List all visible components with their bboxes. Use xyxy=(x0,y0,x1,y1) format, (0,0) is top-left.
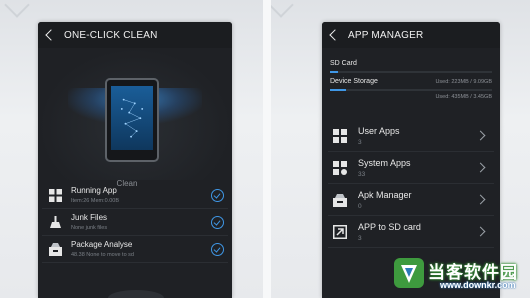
item-title: Package Analyse xyxy=(71,240,133,249)
list-item-system-apps[interactable]: System Apps 33 xyxy=(328,152,494,184)
list-item-running-app[interactable]: Running App Item:26 Mem:0.00B xyxy=(42,182,228,209)
one-click-clean-screen: ONE-CLICK CLEAN Clean Running App Item:2… xyxy=(38,22,232,298)
clean-list: Running App Item:26 Mem:0.00B Junk Files… xyxy=(42,182,228,263)
watermark-logo-icon xyxy=(394,258,424,288)
sd-card-bar-fill xyxy=(330,71,339,73)
chevron-right-icon xyxy=(475,130,486,141)
item-title: Junk Files xyxy=(71,213,108,222)
device-storage-label: Device Storage xyxy=(330,78,378,85)
list-item-package-analyse[interactable]: Package Analyse 48.38 None to move to sd xyxy=(42,236,228,263)
list-item-app-to-sd-card[interactable]: APP to SD card 3 xyxy=(328,216,494,248)
item-title: Apk Manager xyxy=(358,189,412,200)
item-title: APP to SD card xyxy=(358,221,421,232)
item-count: 3 xyxy=(358,138,362,146)
check-icon[interactable] xyxy=(211,215,224,229)
app-manager-list: User Apps 3 System Apps 33 Apk Manager 0 xyxy=(328,120,494,248)
chevron-right-icon xyxy=(475,162,486,173)
item-title: System Apps xyxy=(358,157,411,168)
phone-illustration-icon xyxy=(105,78,159,162)
list-item-apk-manager[interactable]: Apk Manager 0 xyxy=(328,184,494,216)
grid-icon xyxy=(332,128,348,144)
broom-icon xyxy=(48,215,62,229)
bottom-handle xyxy=(108,290,164,298)
package-icon xyxy=(48,242,62,256)
panel-divider xyxy=(263,0,271,298)
item-subtitle: 48.38 None to move to sd xyxy=(71,252,134,258)
top-bar: APP MANAGER xyxy=(322,22,500,48)
device-storage-bar xyxy=(330,89,492,91)
top-bar: ONE-CLICK CLEAN xyxy=(38,22,232,48)
item-title: User Apps xyxy=(358,125,400,136)
item-title: Running App xyxy=(71,186,117,195)
item-subtitle: None junk files xyxy=(71,225,108,231)
item-subtitle: Item:26 Mem:0.00B xyxy=(71,198,119,204)
page-title: ONE-CLICK CLEAN xyxy=(64,29,158,41)
clean-hero: Clean xyxy=(38,48,232,188)
grid-icon xyxy=(48,188,62,202)
item-count: 33 xyxy=(358,170,366,178)
device-storage-used: Used: 223MB / 9.09GB xyxy=(435,79,492,85)
device-storage-bar-fill xyxy=(330,89,347,91)
sd-card-used: Used: 435MB / 3.45GB xyxy=(435,94,492,100)
back-arrow-icon[interactable] xyxy=(329,29,341,41)
page-title: APP MANAGER xyxy=(348,29,424,41)
move-to-sd-icon xyxy=(332,224,348,240)
chevron-right-icon xyxy=(475,194,486,205)
check-icon[interactable] xyxy=(211,188,224,202)
list-item-junk-files[interactable]: Junk Files None junk files xyxy=(42,209,228,236)
check-icon[interactable] xyxy=(211,242,224,256)
chevron-right-icon xyxy=(475,226,486,237)
site-watermark: 当客软件园 www.downkr.com xyxy=(392,252,530,298)
system-icon xyxy=(332,160,348,176)
watermark-url: www.downkr.com xyxy=(440,280,516,290)
item-count: 0 xyxy=(358,202,362,210)
sd-card-label: SD Card xyxy=(330,60,357,67)
list-item-user-apps[interactable]: User Apps 3 xyxy=(328,120,494,152)
apk-icon xyxy=(332,192,348,208)
back-arrow-icon[interactable] xyxy=(45,29,57,41)
item-count: 3 xyxy=(358,234,362,242)
sd-card-bar xyxy=(330,71,492,73)
storage-section: SD Card Device Storage Used: 223MB / 9.0… xyxy=(322,48,500,100)
